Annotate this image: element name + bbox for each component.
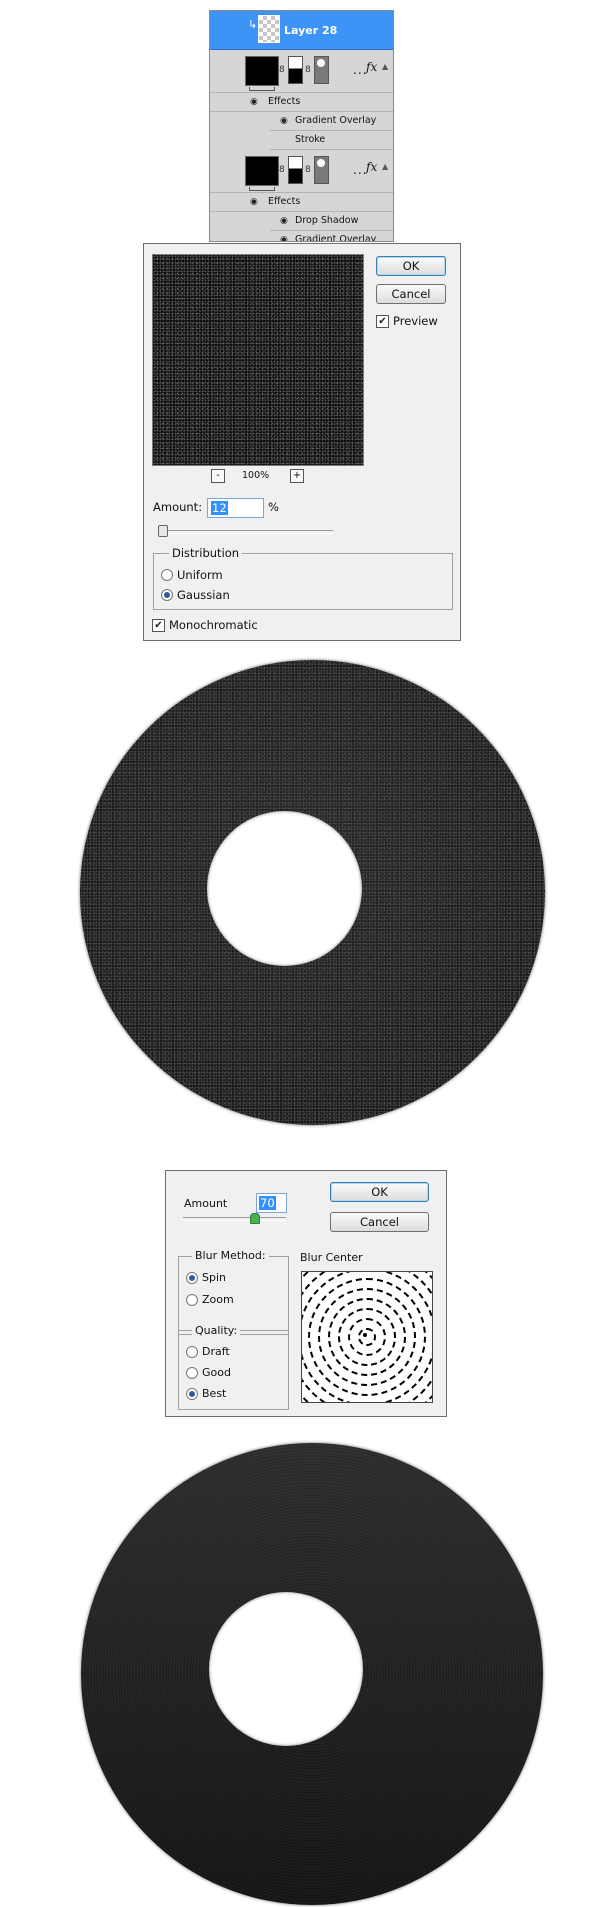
- blur-method-title: Blur Method:: [192, 1249, 269, 1262]
- zoom-level: 100%: [242, 470, 270, 481]
- fx-icon[interactable]: fx: [366, 160, 377, 174]
- good-label: Good: [202, 1366, 231, 1379]
- layer-row[interactable]: 8 8 ... fx ▲: [210, 150, 393, 193]
- cancel-button[interactable]: Cancel: [330, 1212, 429, 1232]
- noise-preview[interactable]: [152, 254, 364, 466]
- amount-slider-thumb[interactable]: [250, 1213, 260, 1224]
- quality-title: Quality:: [192, 1324, 241, 1337]
- blur-center-point: [363, 1333, 367, 1337]
- good-radio[interactable]: [186, 1367, 198, 1379]
- radial-blur-dialog: Amount 70 OK Cancel Blur Method: Spin Zo…: [165, 1170, 447, 1417]
- effects-label: Effects: [268, 196, 301, 207]
- link-icon: 8: [305, 165, 311, 175]
- expand-triangle-icon[interactable]: ▲: [382, 162, 388, 171]
- cancel-button[interactable]: Cancel: [376, 284, 446, 304]
- effect-label: Gradient Overlay: [295, 115, 377, 126]
- effects-row[interactable]: ◉ Effects: [210, 93, 393, 112]
- layer-row-selected[interactable]: ↳ Layer 28: [210, 11, 393, 50]
- layer-name[interactable]: Layer 28: [284, 24, 337, 37]
- best-label: Best: [202, 1387, 227, 1400]
- distribution-title: Distribution: [169, 546, 243, 560]
- draft-radio[interactable]: [186, 1346, 198, 1358]
- zoom-label: Zoom: [202, 1293, 234, 1306]
- preview-label: Preview: [393, 314, 438, 328]
- eye-icon[interactable]: ◉: [280, 112, 288, 130]
- effect-label: Drop Shadow: [295, 215, 359, 226]
- effect-row[interactable]: ◉ Gradient Overlay: [270, 231, 393, 242]
- uniform-label: Uniform: [177, 568, 223, 582]
- ok-button[interactable]: OK: [330, 1182, 429, 1202]
- eye-icon[interactable]: ◉: [280, 231, 288, 241]
- percent-label: %: [268, 500, 279, 514]
- spin-radio[interactable]: [186, 1272, 198, 1284]
- add-noise-dialog: OK Cancel ✔ Preview - 100% + Amount: 12 …: [143, 243, 461, 641]
- effect-row[interactable]: ◉ Gradient Overlay: [270, 112, 393, 131]
- amount-input[interactable]: 12: [207, 498, 264, 518]
- layer-mask-thumbnail[interactable]: [288, 156, 303, 184]
- ok-button[interactable]: OK: [376, 256, 446, 276]
- vector-mask-thumbnail[interactable]: [314, 56, 329, 84]
- blur-center-preview[interactable]: [301, 1271, 433, 1403]
- eye-icon[interactable]: ◉: [280, 212, 288, 230]
- zoom-out-button[interactable]: -: [211, 469, 225, 483]
- layer-mask-thumbnail[interactable]: [288, 56, 303, 84]
- preview-checkbox[interactable]: ✔: [376, 315, 389, 328]
- disc-hole: [207, 811, 362, 966]
- link-icon: 8: [305, 65, 311, 75]
- layer-row[interactable]: 8 8 ... fx ▲: [210, 50, 393, 93]
- amount-label: Amount:: [153, 500, 203, 514]
- fx-icon[interactable]: fx: [366, 60, 377, 74]
- link-icon: 8: [279, 165, 285, 175]
- zoom-radio[interactable]: [186, 1294, 198, 1306]
- monochromatic-checkbox[interactable]: ✔: [152, 619, 165, 632]
- gaussian-radio[interactable]: [161, 589, 173, 601]
- expand-triangle-icon[interactable]: ▲: [382, 62, 388, 71]
- effects-row[interactable]: ◉ Effects: [210, 193, 393, 212]
- gaussian-label: Gaussian: [177, 588, 230, 602]
- amount-input[interactable]: 70: [256, 1193, 287, 1213]
- amount-slider-thumb[interactable]: [158, 525, 168, 537]
- uniform-radio[interactable]: [161, 569, 173, 581]
- blur-center-label: Blur Center: [300, 1251, 363, 1264]
- amount-value: 70: [259, 1196, 276, 1210]
- disc-hole: [209, 1592, 363, 1746]
- blurred-disc-image: [81, 1443, 543, 1905]
- best-radio[interactable]: [186, 1388, 198, 1400]
- effect-label: Gradient Overlay: [295, 234, 377, 242]
- spin-label: Spin: [202, 1271, 226, 1284]
- amount-slider[interactable]: [183, 1217, 286, 1221]
- layer-thumbnail: [245, 156, 279, 191]
- eye-icon[interactable]: ◉: [250, 93, 258, 111]
- effects-label: Effects: [268, 96, 301, 107]
- vector-mask-thumbnail[interactable]: [314, 156, 329, 184]
- link-icon: 8: [279, 65, 285, 75]
- zoom-in-button[interactable]: +: [290, 469, 304, 483]
- eye-icon[interactable]: ◉: [250, 193, 258, 211]
- effect-label: Stroke: [295, 134, 326, 145]
- monochromatic-label: Monochromatic: [169, 618, 258, 632]
- layers-panel: ↳ Layer 28 8 8 ... fx ▲ ◉ Effects ◉ Grad…: [209, 10, 394, 242]
- amount-value: 12: [211, 501, 228, 515]
- layer-thumbnail: [258, 15, 280, 43]
- draft-label: Draft: [202, 1345, 230, 1358]
- layer-thumbnail: [245, 56, 279, 91]
- effect-row[interactable]: Stroke: [270, 131, 393, 150]
- amount-slider[interactable]: [158, 530, 333, 534]
- effect-row[interactable]: ◉ Drop Shadow: [270, 212, 393, 231]
- clip-arrow-icon: ↳: [248, 18, 258, 31]
- amount-label: Amount: [184, 1197, 228, 1210]
- noise-disc-image: [80, 660, 545, 1125]
